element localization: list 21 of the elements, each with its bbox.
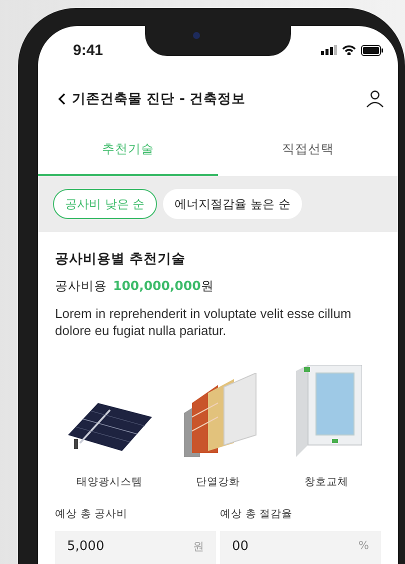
wifi-icon — [342, 45, 356, 55]
field-label: 예상 총 공사비 — [55, 507, 129, 521]
status-time: 9:41 — [73, 42, 104, 58]
sort-chip[interactable]: 에너지절감율 높은 순 — [162, 189, 302, 219]
technology-label: 단열강화 — [196, 475, 240, 489]
technology-label: 태양광시스템 — [76, 475, 142, 489]
camera-icon — [193, 32, 200, 39]
description-text: Lorem in reprehenderit in voluptate velit esse cillum dolore eu fugiat nulla pariatur. — [55, 305, 352, 339]
cost-value: 100,000,000원 — [113, 278, 214, 295]
section-title: 공사비용별 추천기술 — [55, 250, 187, 268]
battery-icon — [361, 44, 383, 56]
cost-label: 공사비용 — [55, 278, 107, 295]
signal-icon — [321, 45, 337, 55]
back-icon[interactable] — [58, 93, 66, 105]
technology-label: 창호교체 — [304, 475, 349, 489]
field-label: 예상 총 절감율 — [220, 507, 294, 521]
estimate-field[interactable]: 5,000 원 — [55, 531, 216, 564]
user-icon[interactable] — [366, 90, 384, 108]
page-title: 기존건축물 진단 - 건축정보 — [72, 90, 247, 108]
tab[interactable]: 직접선택 — [218, 124, 398, 176]
estimate-field[interactable]: 00 % — [220, 531, 381, 564]
